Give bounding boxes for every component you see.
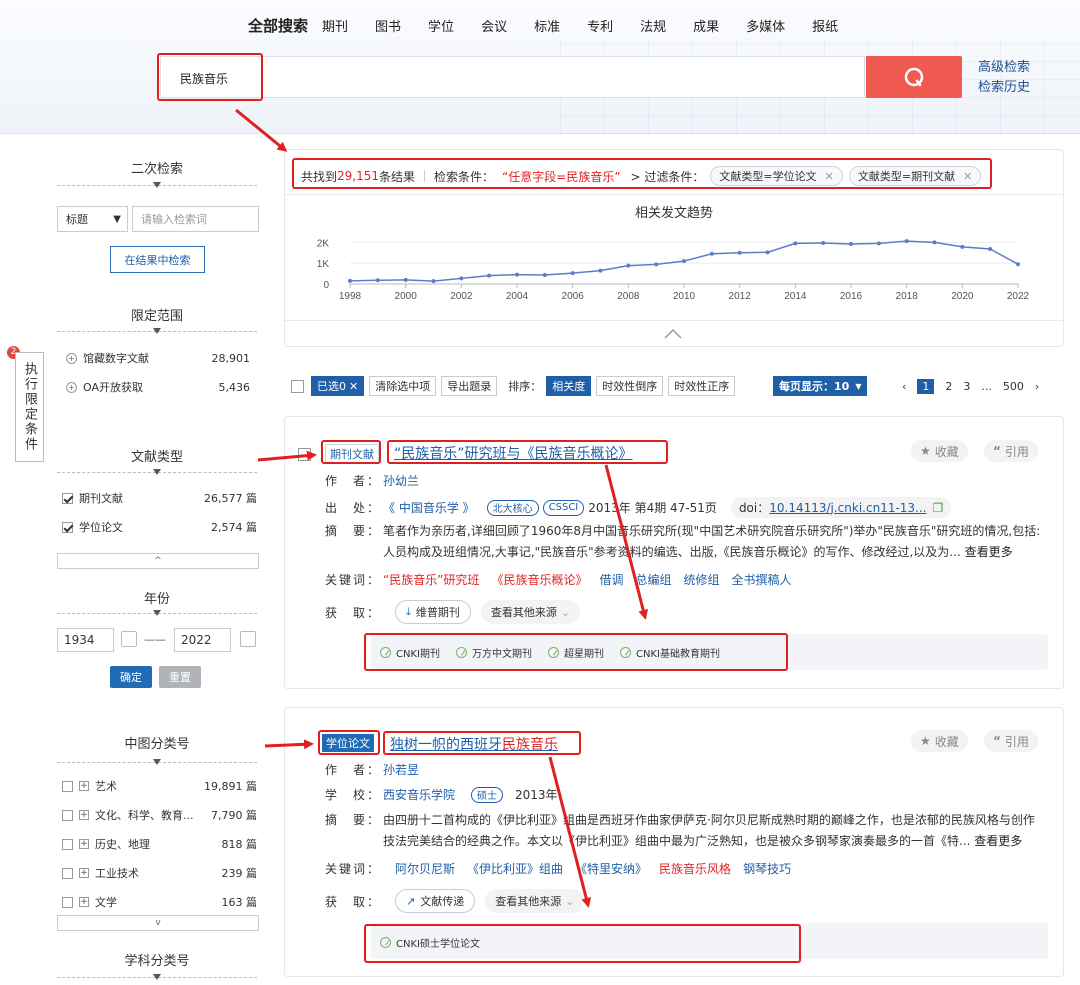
annotation-arrow	[235, 108, 288, 152]
annotation-arrow	[604, 464, 649, 620]
annotation-arrow	[257, 450, 317, 462]
annotation-arrow	[264, 739, 314, 750]
annotation-arrows	[235, 108, 649, 908]
annotation-arrow	[548, 756, 592, 908]
